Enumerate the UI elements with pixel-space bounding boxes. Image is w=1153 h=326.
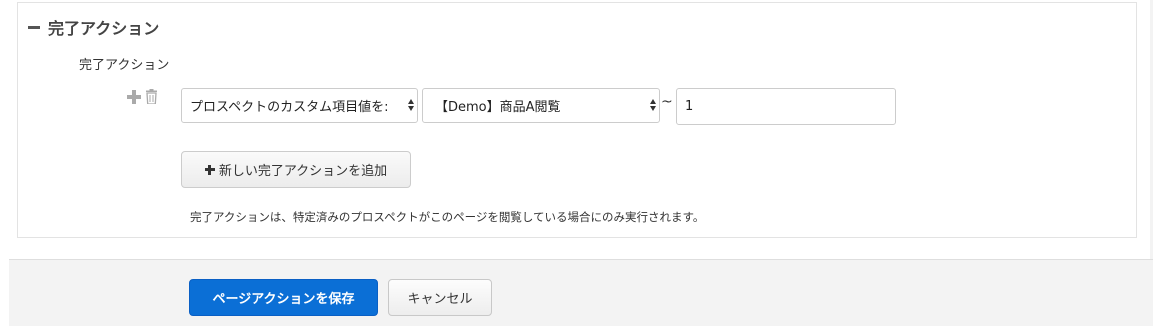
- row-actions: [127, 89, 158, 104]
- save-page-action-button[interactable]: ページアクションを保存: [189, 279, 378, 316]
- add-row-plus-icon[interactable]: [127, 89, 141, 104]
- field-label: 完了アクション: [79, 58, 170, 73]
- footer-bar: ページアクションを保存 キャンセル: [9, 259, 1153, 326]
- condition-type-value: プロスペクトのカスタム項目値を:: [190, 100, 389, 115]
- select-arrows-icon: [650, 99, 656, 111]
- custom-field-select[interactable]: 【Demo】商品A閲覧: [422, 88, 660, 123]
- value-input[interactable]: [676, 88, 896, 125]
- trash-icon[interactable]: [145, 89, 158, 104]
- plus-icon: [204, 164, 215, 175]
- condition-type-select[interactable]: プロスペクトのカスタム項目値を:: [181, 88, 418, 123]
- add-button-label: 新しい完了アクションを追加: [218, 164, 388, 179]
- custom-field-value: 【Demo】商品A閲覧: [435, 100, 561, 115]
- footer-left-strip: [0, 259, 9, 325]
- collapse-minus-icon[interactable]: [28, 25, 40, 29]
- section-header[interactable]: 完了アクション: [28, 15, 159, 39]
- cancel-button[interactable]: キャンセル: [388, 279, 492, 316]
- section-title: 完了アクション: [48, 19, 160, 38]
- select-arrows-icon: [408, 99, 414, 111]
- add-completion-action-button[interactable]: 新しい完了アクションを追加: [181, 151, 411, 188]
- tilde-separator: ~: [661, 94, 673, 110]
- help-text: 完了アクションは、特定済みのプロスペクトがこのページを閲覧している場合にのみ実行…: [190, 210, 705, 224]
